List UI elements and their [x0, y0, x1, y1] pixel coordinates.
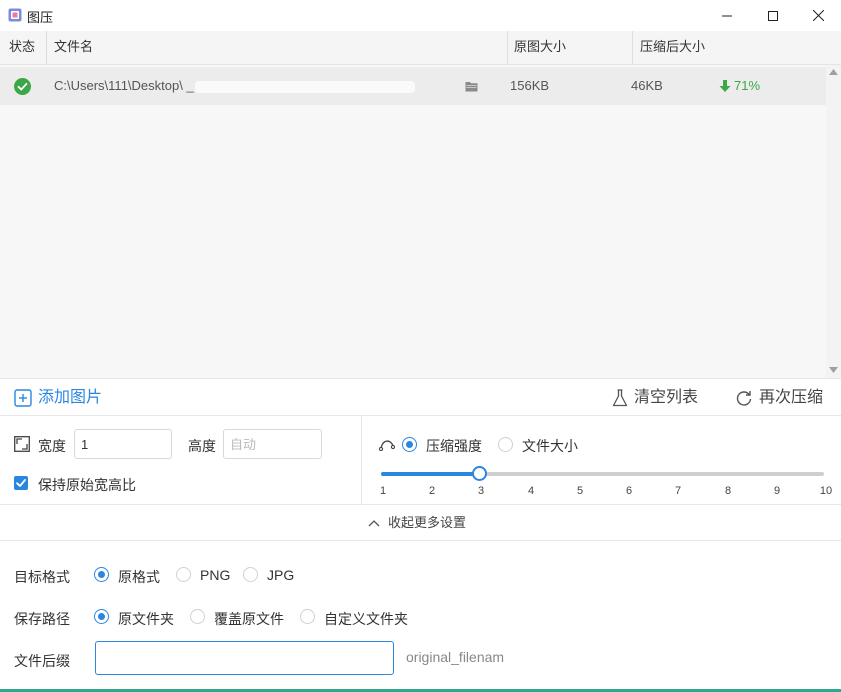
scroll-up-icon[interactable]	[829, 69, 838, 75]
clear-list-label: 清空列表	[634, 389, 699, 406]
slider-tick-label: 4	[527, 485, 535, 497]
format-png-radio[interactable]	[176, 567, 191, 582]
curve-icon	[379, 440, 395, 451]
format-label: 目标格式	[14, 569, 70, 585]
reduction-percent: 71%	[734, 78, 761, 93]
path-custom-folder-label[interactable]: 自定义文件夹	[324, 609, 408, 629]
clear-list-button[interactable]: 清空列表	[612, 379, 698, 417]
slider-tick-label: 9	[773, 485, 781, 497]
save-path-label: 保存路径	[14, 611, 70, 627]
redacted-filename	[195, 81, 415, 93]
compression-level-slider[interactable]	[381, 466, 824, 481]
minimize-button[interactable]	[704, 0, 750, 31]
action-toolbar: 添加图片 清空列表 再次压缩	[0, 378, 841, 416]
suffix-preview: original_filenam	[406, 649, 505, 665]
mode-strength-radio[interactable]	[402, 437, 417, 452]
slider-tick-label: 10	[819, 485, 833, 497]
height-label: 高度	[188, 438, 216, 454]
width-input[interactable]	[74, 429, 172, 459]
compressed-size-cell: 46KB	[631, 78, 663, 93]
mode-size-radio[interactable]	[498, 437, 513, 452]
window-title: 图压	[27, 10, 54, 25]
suffix-label: 文件后缀	[14, 653, 70, 669]
collapse-settings-label: 收起更多设置	[388, 515, 467, 530]
mode-size-label[interactable]: 文件大小	[522, 436, 578, 456]
format-png-label[interactable]: PNG	[200, 567, 230, 583]
slider-tick-label: 5	[576, 485, 584, 497]
chevron-up-icon	[368, 520, 380, 527]
format-original-label[interactable]: 原格式	[118, 567, 160, 587]
close-button[interactable]	[795, 0, 841, 31]
format-jpg-radio[interactable]	[243, 567, 258, 582]
settings-divider	[361, 416, 362, 505]
slider-tick-label: 7	[674, 485, 682, 497]
width-label: 宽度	[38, 438, 66, 454]
add-image-button[interactable]: 添加图片	[14, 379, 102, 417]
check-circle-icon	[14, 78, 31, 95]
resize-icon	[14, 436, 30, 452]
slider-fill	[381, 472, 479, 476]
refresh-icon	[736, 391, 752, 406]
mode-strength-label[interactable]: 压缩强度	[426, 436, 482, 456]
recompress-button[interactable]: 再次压缩	[735, 379, 823, 417]
maximize-button[interactable]	[750, 0, 796, 31]
checkmark-icon	[16, 479, 26, 487]
slider-tick-label: 1	[379, 485, 387, 497]
close-icon	[812, 10, 824, 21]
column-original-size[interactable]: 原图大小	[514, 31, 566, 65]
format-original-radio[interactable]	[94, 567, 109, 582]
add-square-icon	[14, 389, 32, 407]
folder-icon[interactable]	[465, 80, 478, 92]
maximize-icon	[768, 10, 778, 21]
format-jpg-label[interactable]: JPG	[267, 567, 294, 583]
recompress-label: 再次压缩	[759, 389, 824, 406]
slider-ticks: 1 2 3 4 5 6 7 8 9 10	[375, 485, 835, 499]
table-row[interactable]: C:\Users\111\Desktop\ _ 156KB 46KB 71%	[0, 67, 826, 105]
output-settings-panel: 目标格式 原格式 PNG JPG 保存路径 原文件夹 覆盖原文件 自定义文件夹 …	[0, 541, 841, 692]
column-divider	[46, 31, 47, 65]
slider-tick-label: 6	[625, 485, 633, 497]
slider-tick-label: 2	[428, 485, 436, 497]
table-scrollbar[interactable]	[826, 65, 841, 378]
original-size-cell: 156KB	[510, 78, 550, 93]
slider-thumb[interactable]	[472, 466, 487, 481]
path-overwrite-label[interactable]: 覆盖原文件	[214, 609, 284, 629]
keep-ratio-label[interactable]: 保持原始宽高比	[38, 475, 136, 495]
scroll-down-icon[interactable]	[829, 367, 838, 373]
file-table-header: 状态 文件名 原图大小 压缩后大小	[0, 31, 841, 65]
minimize-icon	[722, 15, 732, 16]
path-custom-folder-radio[interactable]	[300, 609, 315, 624]
column-divider	[507, 31, 508, 65]
collapse-settings-bar[interactable]: 收起更多设置	[0, 505, 841, 541]
path-overwrite-radio[interactable]	[190, 609, 205, 624]
suffix-input[interactable]	[95, 641, 394, 675]
column-status[interactable]: 状态	[9, 31, 35, 65]
flask-icon	[612, 389, 628, 407]
column-compressed-size[interactable]: 压缩后大小	[640, 31, 705, 65]
collapse-settings-button[interactable]: 收起更多设置	[368, 505, 466, 541]
column-divider	[632, 31, 633, 65]
file-table-body: C:\Users\111\Desktop\ _ 156KB 46KB 71%	[0, 65, 841, 378]
filename-cell: C:\Users\111\Desktop\ _	[54, 78, 194, 93]
add-image-label: 添加图片	[38, 389, 103, 406]
slider-tick-label: 8	[724, 485, 732, 497]
keep-ratio-checkbox[interactable]	[14, 476, 28, 490]
arrow-down-icon	[719, 80, 731, 92]
path-original-folder-radio[interactable]	[94, 609, 109, 624]
slider-tick-label: 3	[477, 485, 485, 497]
title-bar: 图压	[0, 0, 841, 31]
path-original-folder-label[interactable]: 原文件夹	[118, 609, 174, 629]
compression-settings-panel: 宽度 高度 保持原始宽高比 压缩强度 文件大小 1 2 3 4 5 6 7 8 9 10	[0, 416, 841, 505]
column-filename[interactable]: 文件名	[54, 31, 93, 65]
app-logo-icon	[8, 8, 22, 22]
height-input[interactable]	[223, 429, 322, 459]
